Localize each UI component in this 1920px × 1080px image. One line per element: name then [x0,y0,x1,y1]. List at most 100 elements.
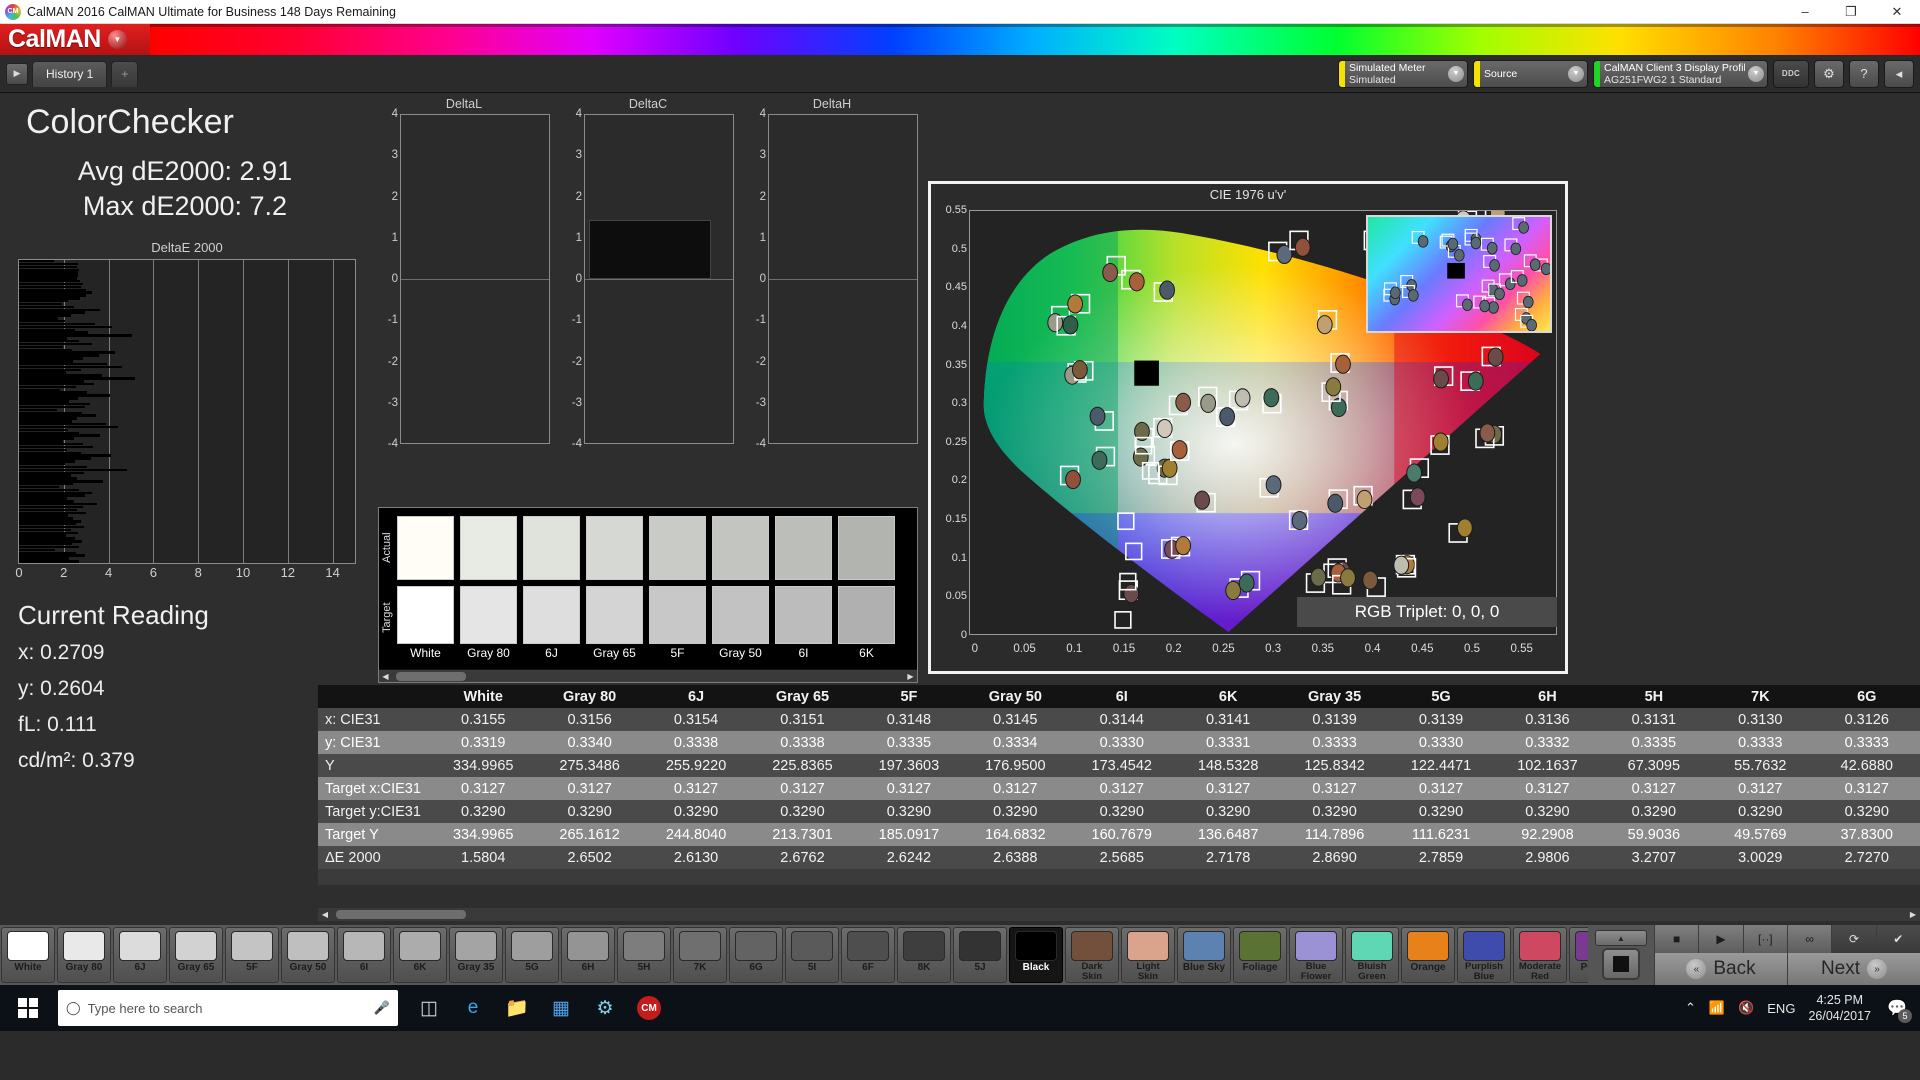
column-header[interactable]: 7K [1707,685,1814,708]
chevron-down-icon[interactable]: ▼ [107,30,127,49]
refresh-icon[interactable]: ⟳ [1831,925,1876,953]
wifi-icon[interactable]: 📶 [1709,1000,1725,1016]
column-header[interactable]: Gray 65 [749,685,856,708]
patch-item[interactable]: Blue Sky [1177,927,1231,983]
source-selector[interactable]: Source ▼ [1473,59,1588,88]
table-scroll-thumb[interactable] [336,910,466,919]
patch-item[interactable]: Gray 50 [281,927,335,983]
patch-item[interactable]: 5I [785,927,839,983]
gear-icon[interactable]: ⚙ [1814,59,1844,88]
file-explorer-icon[interactable]: 📁 [496,988,538,1028]
column-header[interactable]: 5H [1600,685,1708,708]
patch-item[interactable]: White [1,927,55,983]
play-button[interactable]: ▶ [1698,925,1743,953]
edge-icon[interactable]: e [452,988,494,1028]
column-header[interactable]: 6J [642,685,750,708]
meter-dropdown-arrow[interactable]: ▼ [1445,61,1467,87]
patch-item[interactable]: 6G [729,927,783,983]
patch-item[interactable]: 7K [673,927,727,983]
close-button[interactable]: ✕ [1874,0,1920,23]
patch-item[interactable]: Gray 80 [57,927,111,983]
next-button[interactable]: Next » [1787,953,1920,985]
tab-history-1[interactable]: History 1 [32,60,108,87]
store-icon[interactable]: ▦ [540,988,582,1028]
patch-item[interactable]: Black [1009,927,1063,983]
column-header[interactable]: Gray 80 [536,685,643,708]
range-button[interactable]: [··] [1742,925,1787,953]
patch-item[interactable]: 6J [113,927,167,983]
patch-item[interactable]: 6F [841,927,895,983]
patch-item[interactable]: Orange [1401,927,1455,983]
chevron-left-icon[interactable]: ◂ [1884,59,1914,88]
windows-start-icon[interactable] [0,985,56,1031]
table-horizontal-scrollbar[interactable]: ◀ ▶ [318,908,1920,921]
column-header[interactable]: 6K [1174,685,1282,708]
patch-item[interactable]: Gray 35 [449,927,503,983]
table-scroll-right-icon[interactable]: ▶ [1906,910,1920,919]
patch-item[interactable]: Purplish Blue [1457,927,1511,983]
patch-color-chip [343,931,385,961]
patch-item[interactable]: 8K [897,927,951,983]
tray-expand-icon[interactable]: ⌃ [1685,1000,1696,1016]
calman-brand-menu[interactable]: CalMAN ▼ [0,24,150,55]
patch-item[interactable]: 5J [953,927,1007,983]
axis-tick-label: -3 [755,396,766,409]
patch-item[interactable]: Moderate Red [1513,927,1567,983]
calman-icon[interactable]: CM [628,988,670,1028]
patch-item[interactable]: 6I [337,927,391,983]
patch-color-chip [1183,931,1225,961]
check-icon[interactable]: ✔ [1875,925,1920,953]
back-button[interactable]: « Back [1654,953,1787,985]
scroll-right-icon[interactable]: ▶ [904,672,917,681]
run-workflow-button[interactable]: ▶ [6,62,28,85]
chevron-up-icon[interactable]: ▲ [1595,930,1647,946]
column-header[interactable]: 6G [1813,685,1920,708]
cie-plot-area[interactable] [969,210,1557,635]
patch-item[interactable]: 5G [505,927,559,983]
patch-item[interactable]: 6K [393,927,447,983]
question-mark-icon[interactable]: ? [1849,59,1879,88]
patch-item[interactable]: Light Skin [1121,927,1175,983]
scroll-left-icon[interactable]: ◀ [379,672,392,681]
patch-item[interactable]: Bluish Green [1345,927,1399,983]
scroll-thumb[interactable] [396,671,466,681]
add-tab-button[interactable]: + [111,60,139,87]
target-square-icon[interactable] [1602,948,1640,980]
microphone-icon[interactable]: 🎤 [374,1000,390,1016]
column-header[interactable]: Gray 35 [1281,685,1388,708]
column-header[interactable]: White [430,685,537,708]
search-input[interactable]: ◯ Type here to search 🎤 [58,990,398,1026]
language-indicator[interactable]: ENG [1767,1001,1795,1016]
column-header[interactable]: 5F [855,685,963,708]
display-dropdown-arrow[interactable]: ▼ [1745,61,1767,87]
stop-button[interactable]: ■ [1654,925,1699,953]
patch-item[interactable]: Blue Flower [1289,927,1343,983]
column-header[interactable]: Gray 50 [962,685,1069,708]
patch-item[interactable]: Foliage [1233,927,1287,983]
task-view-icon[interactable]: ◫ [408,988,450,1028]
notification-center-icon[interactable]: 💬 5 [1884,995,1912,1023]
maximize-button[interactable]: ❐ [1828,0,1874,23]
column-header[interactable]: 6I [1068,685,1175,708]
display-selector[interactable]: CalMAN Client 3 Display Profiler AG251FW… [1593,59,1768,88]
minimize-button[interactable]: – [1782,0,1828,23]
session-control-cluster: ▲ ■ ▶ [··] ∞ ⟳ ✔ « Back Next » [1588,925,1920,985]
column-header[interactable]: 6H [1494,685,1601,708]
loop-button[interactable]: ∞ [1786,925,1832,953]
patch-item[interactable]: 6H [561,927,615,983]
swatch-horizontal-scrollbar[interactable]: ◀ ▶ [379,669,917,682]
patch-item[interactable]: 5H [617,927,671,983]
clock[interactable]: 4:25 PM 26/04/2017 [1808,992,1871,1024]
ddc-button[interactable]: DDC [1773,59,1809,88]
table-scroll-left-icon[interactable]: ◀ [318,910,332,919]
source-dropdown-arrow[interactable]: ▼ [1565,61,1587,87]
patch-item[interactable]: 5F [225,927,279,983]
column-header[interactable]: 5G [1387,685,1495,708]
volume-muted-icon[interactable]: 🔇 [1738,1000,1754,1016]
patch-item[interactable]: Gray 65 [169,927,223,983]
cie-zoom-inset[interactable] [1366,215,1552,333]
zero-line [769,279,917,280]
patch-item[interactable]: Dark Skin [1065,927,1119,983]
meter-selector[interactable]: Simulated Meter Simulated ▼ [1338,59,1468,88]
settings-icon[interactable]: ⚙ [584,988,626,1028]
